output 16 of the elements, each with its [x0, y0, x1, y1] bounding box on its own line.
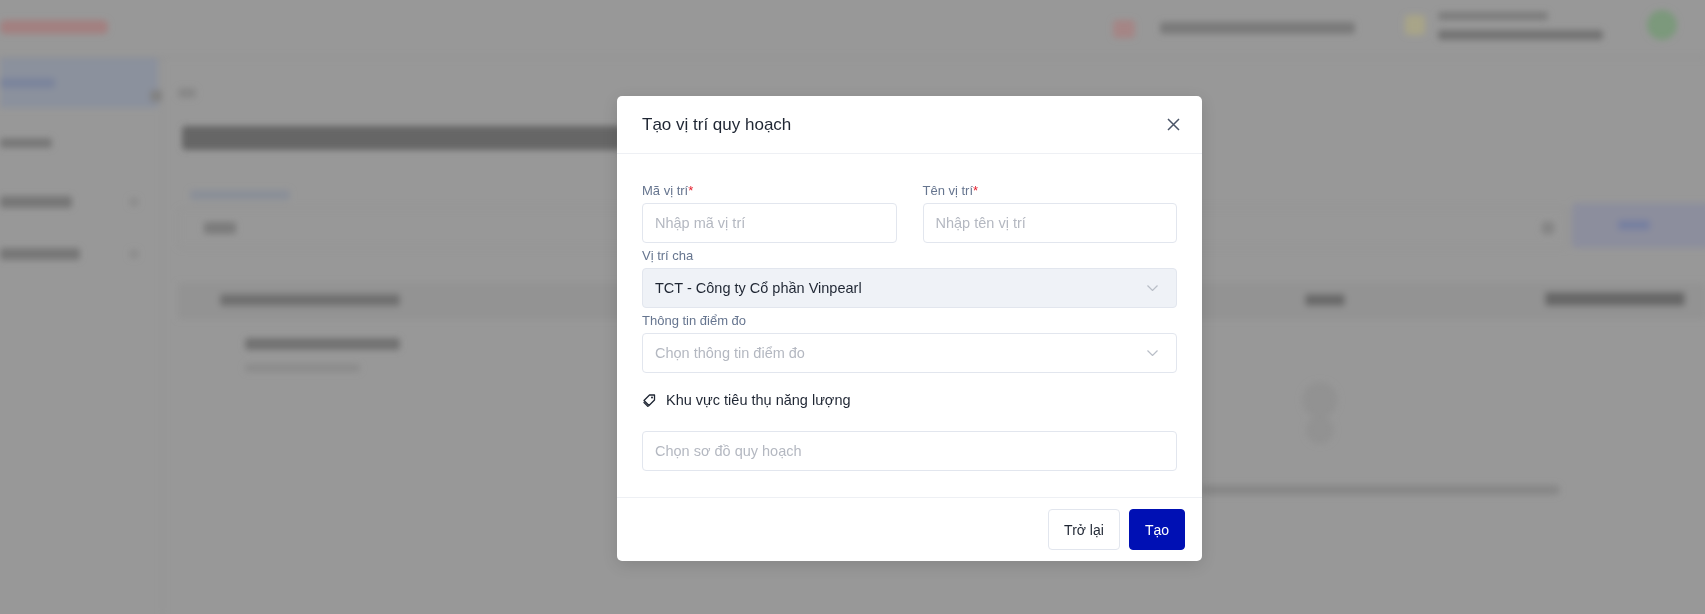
back-button[interactable]: Trở lại [1048, 509, 1120, 550]
section-label: Khu vực tiêu thụ năng lượng [666, 392, 851, 408]
close-icon [1166, 118, 1180, 131]
input-field[interactable]: Nhập tên vị trí [922, 203, 1177, 243]
field-label: Thông tin điểm đo [642, 312, 748, 330]
field-label: Tên vị trí* [922, 182, 980, 200]
field-label: Mã vị trí* [642, 182, 695, 200]
input-field[interactable]: Chọn sơ đồ quy hoạch [642, 431, 1177, 471]
dialog-title: Tạo vị trí quy hoạch [642, 114, 792, 135]
create-button[interactable]: Tạo [1128, 509, 1185, 550]
field-label: Vị trí cha [642, 247, 695, 265]
chevron-down-icon [1147, 285, 1158, 291]
tag-icon [643, 393, 656, 407]
input-field[interactable]: Nhập mã vị trí [642, 203, 897, 243]
chevron-down-icon [1147, 350, 1158, 356]
close-button[interactable] [1165, 116, 1181, 133]
